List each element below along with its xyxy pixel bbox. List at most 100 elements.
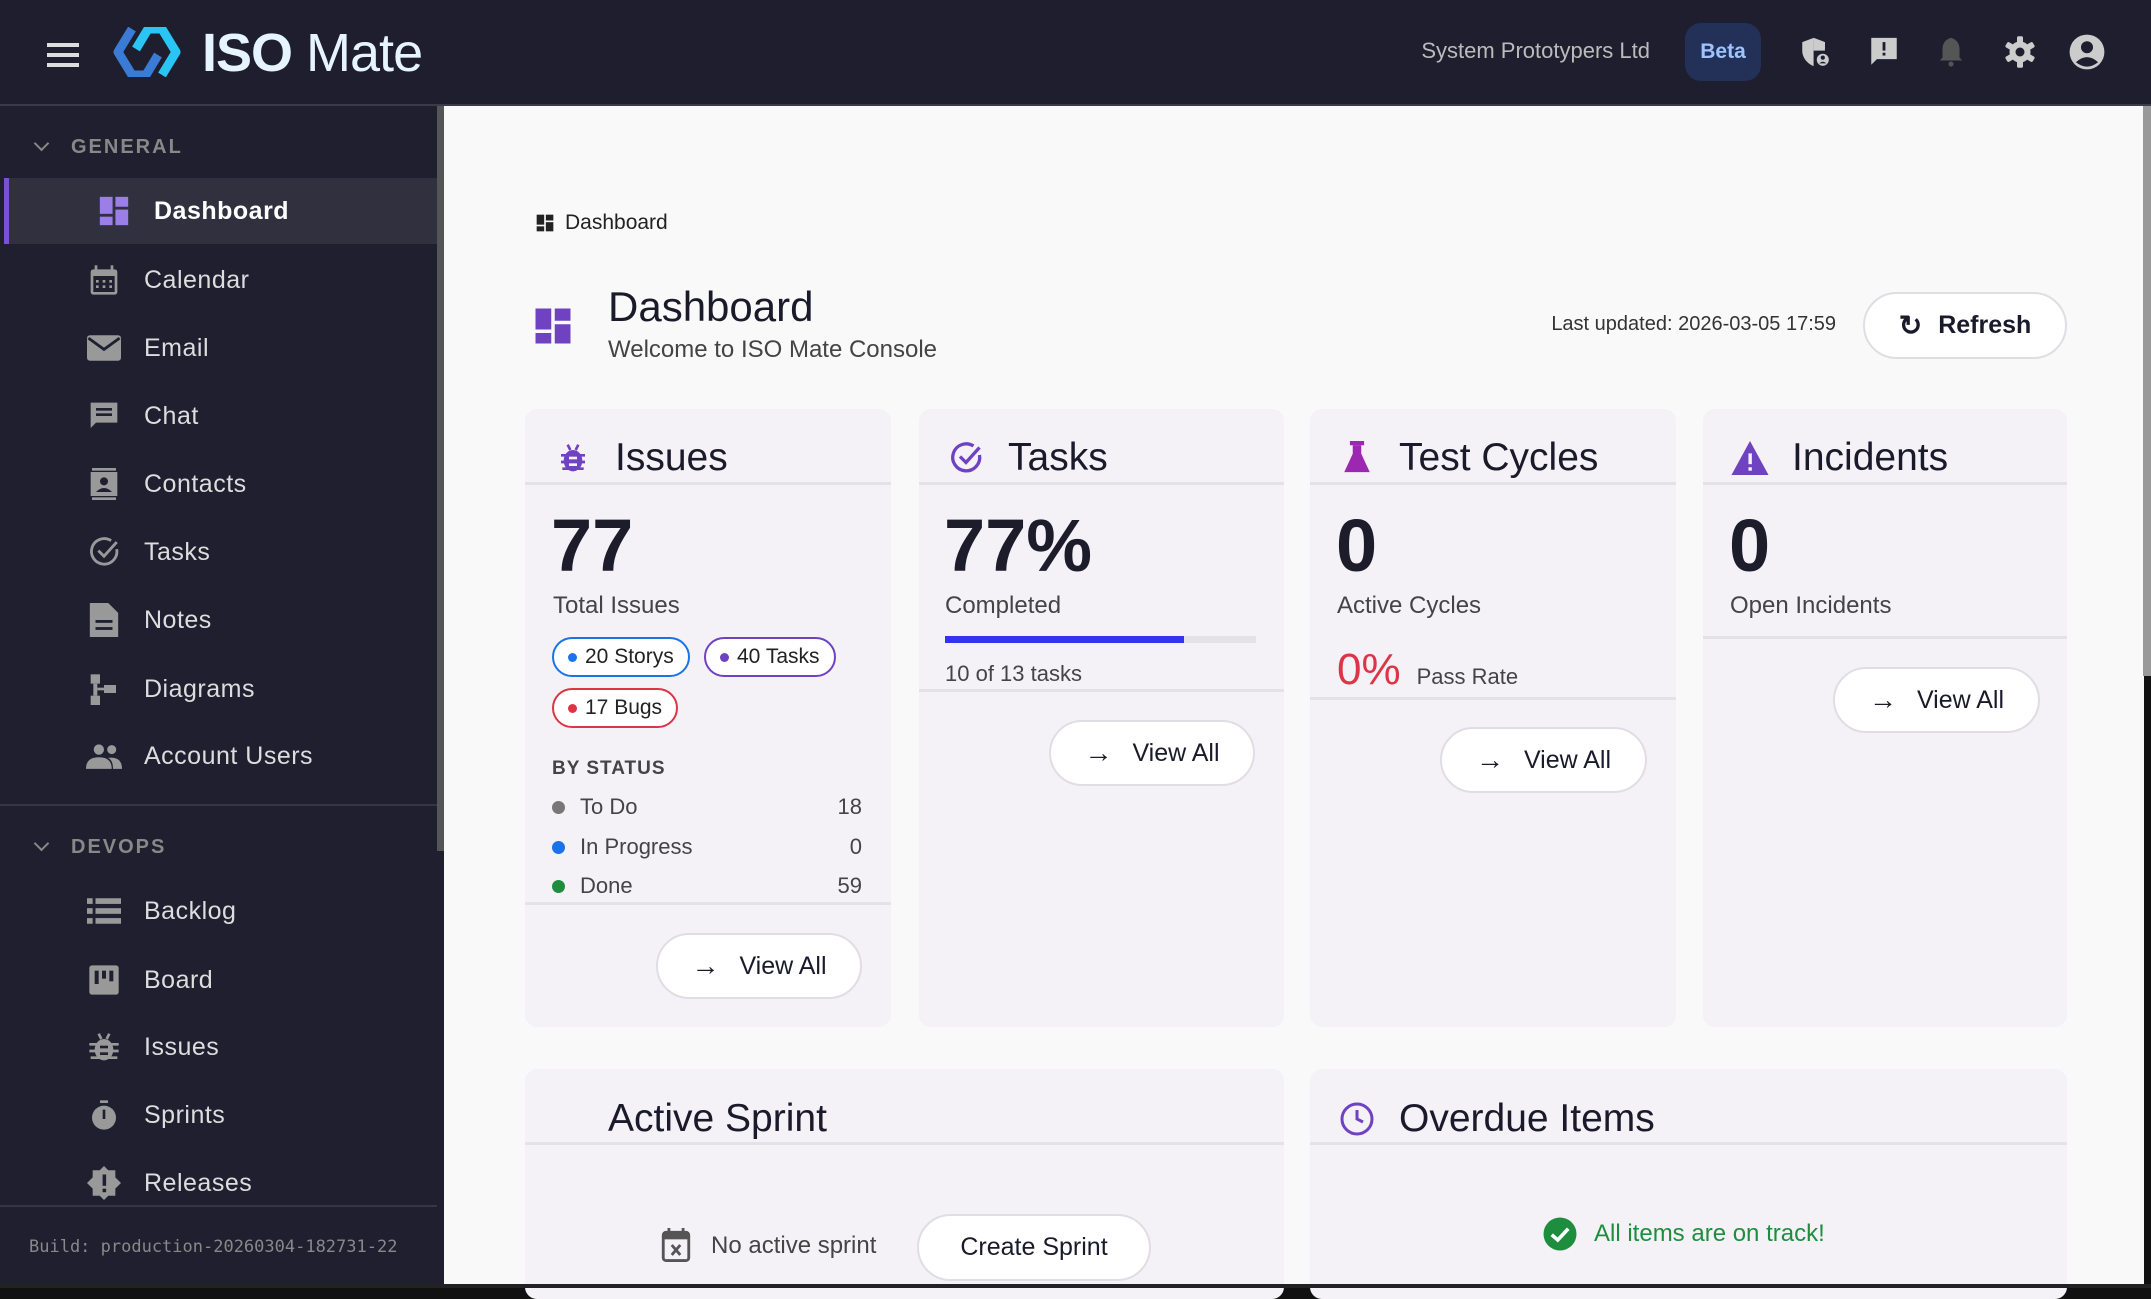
divider [525, 482, 891, 485]
feedback-icon[interactable] [1865, 33, 1903, 71]
active-sprint-title: Active Sprint [608, 1097, 827, 1140]
by-status-heading: BY STATUS [552, 758, 666, 779]
divider [1310, 697, 1676, 700]
open-incidents-count: 0 [1729, 504, 1771, 587]
calendar-icon [86, 262, 122, 298]
status-row-in-progress: In Progress 0 [552, 834, 862, 860]
divider [525, 902, 891, 905]
flask-icon [1337, 438, 1377, 478]
users-icon [86, 738, 122, 774]
task-check-icon [86, 534, 122, 570]
release-icon [86, 1165, 122, 1201]
dashboard-icon [535, 213, 555, 233]
sidebar-item-dashboard[interactable]: Dashboard [4, 178, 437, 244]
refresh-button[interactable]: ↻ Refresh [1863, 292, 2067, 359]
timer-icon [86, 1097, 122, 1133]
bug-icon [86, 1029, 122, 1065]
status-row-done: Done 59 [552, 873, 862, 899]
refresh-icon: ↻ [1898, 310, 1923, 341]
status-row-todo: To Do 18 [552, 794, 862, 820]
section-general-toggle[interactable]: GENERAL [33, 135, 183, 159]
sidebar-item-diagrams[interactable]: Diagrams [4, 656, 437, 722]
bugs-chip[interactable]: 17 Bugs [552, 688, 679, 728]
tasks-progress-bar [945, 636, 1256, 643]
board-icon [86, 962, 122, 998]
menu-icon[interactable] [47, 37, 79, 73]
overdue-status: All items are on track! [1542, 1216, 1825, 1252]
main-scrollbar[interactable] [2143, 106, 2151, 676]
divider [525, 1142, 1284, 1145]
dashboard-icon [532, 305, 574, 352]
arrow-right-icon: → [691, 950, 720, 981]
sidebar-item-email[interactable]: Email [4, 315, 437, 381]
divider [1703, 482, 2067, 485]
sidebar-item-sprints[interactable]: Sprints [4, 1082, 437, 1148]
top-bar: ISO Mate System Prototypers Ltd Beta [0, 0, 2151, 106]
calendar-x-icon [661, 1228, 691, 1267]
sidebar-item-issues[interactable]: Issues [4, 1014, 437, 1080]
sidebar-divider [0, 804, 437, 806]
active-cycles-count: 0 [1336, 504, 1378, 587]
sidebar-item-board[interactable]: Board [4, 947, 437, 1013]
open-incidents-label: Open Incidents [1730, 592, 1892, 619]
bug-icon [553, 438, 593, 478]
test-cycles-card-title: Test Cycles [1337, 436, 1598, 480]
incidents-view-all-button[interactable]: → View All [1833, 667, 2040, 733]
arrow-right-icon: → [1475, 744, 1504, 775]
tasks-count-detail: 10 of 13 tasks [945, 661, 1082, 686]
no-active-sprint-text: No active sprint [711, 1232, 877, 1259]
divider [1310, 482, 1676, 485]
divider [1703, 636, 2067, 639]
arrow-right-icon: → [1084, 737, 1113, 768]
organization-name: System Prototypers Ltd [1421, 38, 1650, 63]
section-devops-toggle[interactable]: DEVOPS [33, 835, 166, 859]
test-cycles-view-all-button[interactable]: → View All [1440, 727, 1647, 793]
pass-rate-label: Pass Rate [1416, 664, 1519, 689]
sidebar-item-notes[interactable]: Notes [4, 587, 437, 653]
breadcrumb: Dashboard [535, 211, 668, 235]
issues-view-all-button[interactable]: → View All [656, 933, 862, 999]
tasks-chip[interactable]: 40 Tasks [704, 637, 836, 677]
tasks-card-title: Tasks [946, 436, 1108, 480]
bell-icon[interactable] [1932, 33, 1970, 71]
task-check-icon [946, 438, 986, 478]
logo-icon [110, 24, 184, 80]
stories-chip[interactable]: 20 Storys [552, 637, 690, 677]
gear-icon[interactable] [2001, 33, 2039, 71]
sidebar-item-chat[interactable]: Chat [4, 383, 437, 449]
contacts-icon [86, 466, 122, 502]
divider [919, 482, 1284, 485]
tasks-card [919, 409, 1284, 1027]
tasks-progress-fill [945, 636, 1185, 643]
account-icon[interactable] [2068, 33, 2106, 71]
beta-badge: Beta [1685, 23, 1761, 81]
active-cycles-label: Active Cycles [1337, 592, 1482, 619]
sidebar-item-calendar[interactable]: Calendar [4, 247, 437, 313]
diagram-icon [86, 671, 122, 707]
clock-icon [1337, 1099, 1377, 1139]
create-sprint-button[interactable]: Create Sprint [917, 1214, 1151, 1281]
page-title: Dashboard [608, 283, 814, 330]
sidebar-item-backlog[interactable]: Backlog [4, 878, 437, 944]
email-icon [86, 330, 122, 366]
divider [1310, 1142, 2067, 1145]
breadcrumb-item[interactable]: Dashboard [565, 211, 668, 235]
tasks-completed-percent: 77% [944, 504, 1093, 587]
pass-rate-value: 0% [1337, 645, 1401, 694]
dashboard-icon [96, 193, 132, 229]
sidebar-scrollbar[interactable] [437, 106, 444, 851]
sidebar-item-account-users[interactable]: Account Users [4, 723, 437, 789]
sidebar-item-contacts[interactable]: Contacts [4, 451, 437, 517]
overdue-items-title: Overdue Items [1337, 1097, 1655, 1141]
shield-user-icon[interactable] [1796, 33, 1834, 71]
build-version: Build: production-20260304-182731-22 [29, 1237, 398, 1257]
last-updated: Last updated: 2026-03-05 17:59 [1551, 313, 1836, 335]
sidebar-item-tasks[interactable]: Tasks [4, 519, 437, 585]
notes-icon [86, 602, 122, 638]
issues-card-title: Issues [553, 436, 728, 480]
tasks-view-all-button[interactable]: → View All [1049, 720, 1255, 786]
check-circle-icon [1542, 1216, 1578, 1252]
backlog-icon [86, 893, 122, 929]
test-cycles-card [1310, 409, 1676, 1027]
window-bottom-edge [0, 1284, 2151, 1288]
